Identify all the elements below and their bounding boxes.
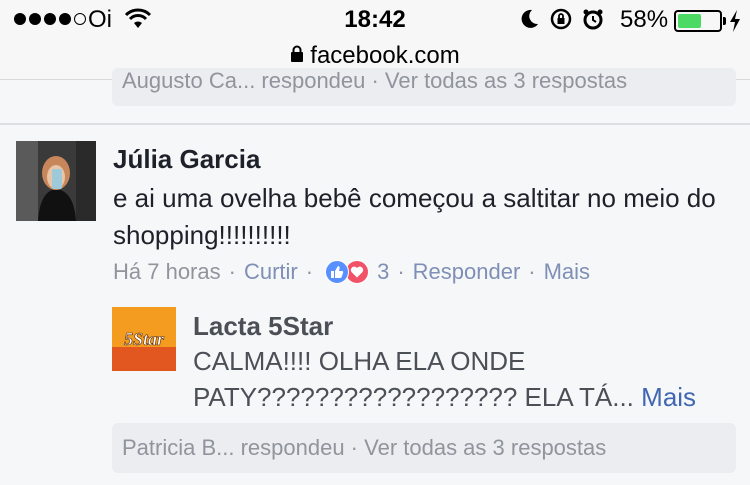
separator-dot: · — [528, 259, 536, 284]
charging-bolt-icon — [728, 9, 742, 40]
previous-replies-bar[interactable]: Augusto Ca... respondeu · Ver todas as 3… — [112, 68, 736, 106]
previous-replies-text: Augusto Ca... respondeu · Ver todas as 3… — [122, 68, 628, 93]
reaction-count: 3 — [377, 259, 390, 284]
reply-author[interactable]: Lacta 5Star — [193, 311, 333, 342]
battery-percent: 58% — [620, 6, 669, 33]
more-link[interactable]: Mais — [544, 259, 590, 285]
alarm-icon — [582, 8, 604, 37]
status-bar: Oi 18:42 58% — [0, 0, 750, 40]
reactions-summary[interactable]: 3 — [325, 259, 389, 285]
separator-dot: · — [397, 259, 405, 284]
battery-fill — [678, 14, 702, 28]
lock-icon — [290, 42, 304, 70]
reply-text: CALMA!!!! OLHA ELA ONDE PATY????????????… — [193, 343, 733, 415]
separator-dot: · — [228, 259, 236, 284]
divider — [0, 123, 750, 125]
moon-icon — [520, 8, 540, 37]
more-replies-text: Patricia B... respondeu · Ver todas as 3… — [122, 435, 607, 460]
avatar[interactable] — [16, 141, 96, 221]
more-replies-bar[interactable]: Patricia B... respondeu · Ver todas as 3… — [112, 423, 736, 473]
reply-text-body: CALMA!!!! OLHA ELA ONDE PATY????????????… — [193, 346, 634, 412]
reply-avatar[interactable]: 5Star — [112, 307, 176, 371]
separator-dot: · — [305, 259, 314, 284]
like-reaction-icon — [325, 260, 350, 284]
comment-actions: Há 7 horas · Curtir · 3 · Responder · Ma… — [113, 259, 590, 285]
reply-more-link[interactable]: Mais — [641, 382, 696, 412]
battery-icon — [674, 10, 726, 32]
reply-link[interactable]: Responder — [413, 259, 521, 285]
comment-author[interactable]: Júlia Garcia — [113, 144, 260, 175]
rotation-lock-icon — [550, 8, 572, 37]
like-link[interactable]: Curtir — [244, 259, 298, 285]
brand-logo-text: 5Star — [124, 329, 165, 349]
address-bar[interactable]: facebook.com — [0, 41, 750, 71]
comment-text: e ai uma ovelha bebê começou a saltitar … — [113, 183, 716, 250]
url-text: facebook.com — [310, 42, 460, 69]
comment-time[interactable]: Há 7 horas — [113, 259, 221, 285]
